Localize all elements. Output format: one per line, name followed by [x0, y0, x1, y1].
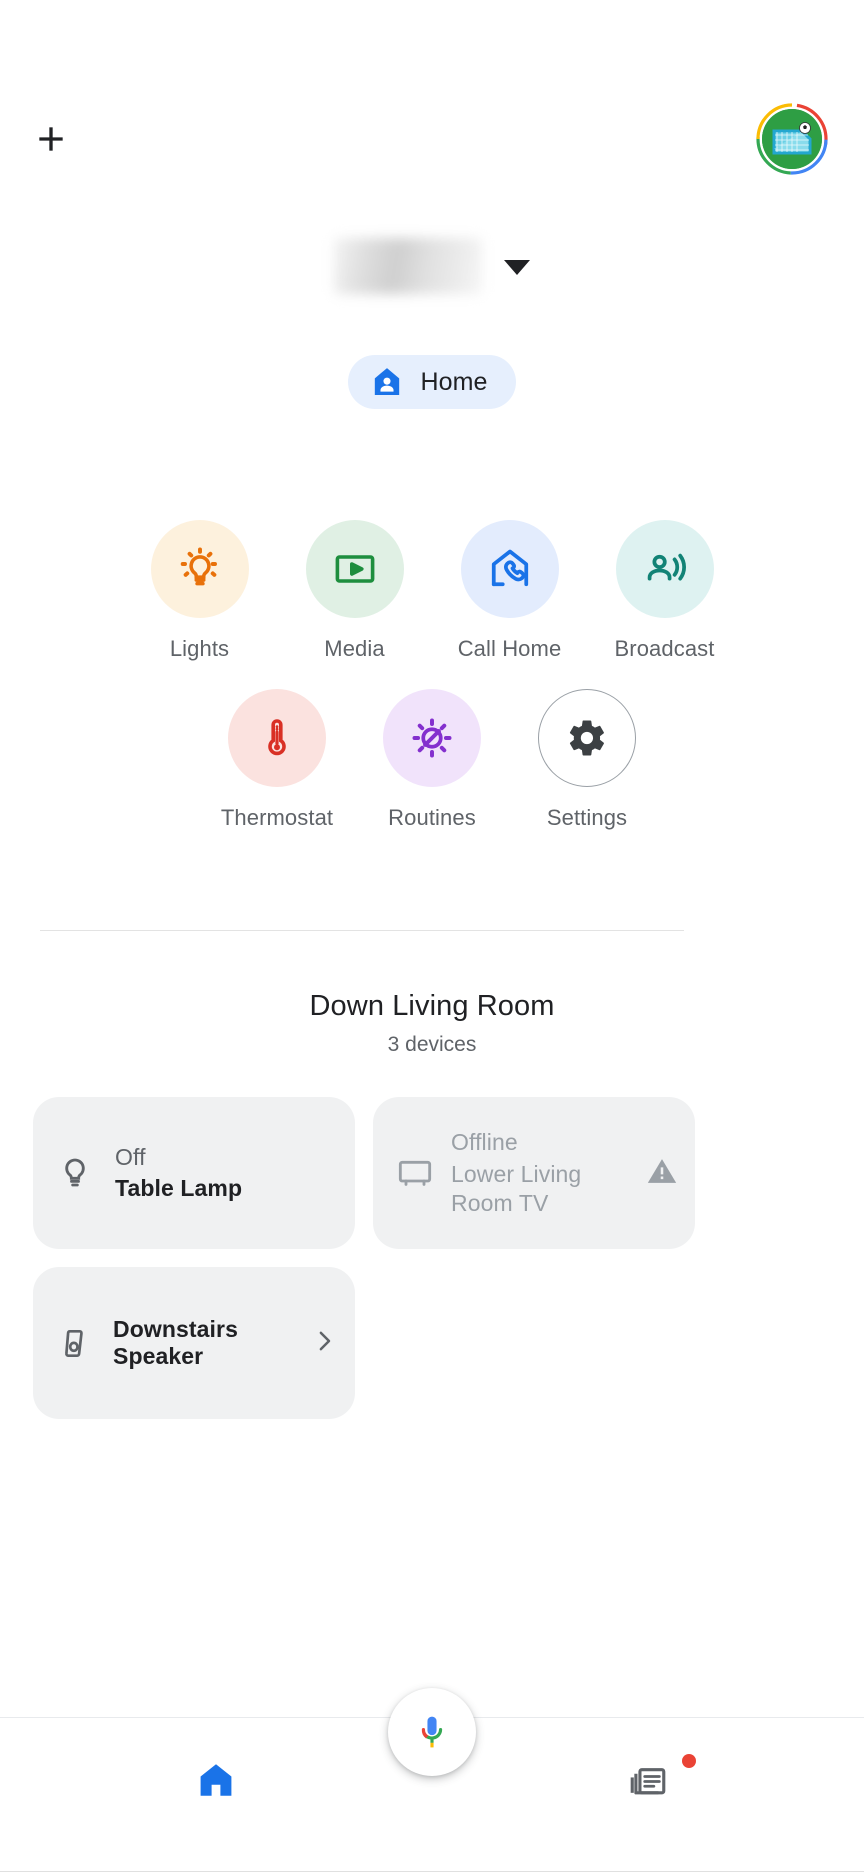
- home-selector[interactable]: [0, 238, 864, 294]
- device-state: Offline: [451, 1128, 518, 1155]
- feed-notification-badge: [682, 1754, 696, 1768]
- shortcut-settings-label: Settings: [546, 805, 628, 830]
- broadcast-icon: [647, 553, 686, 581]
- gear-icon: [569, 720, 604, 756]
- device-card-lower-living-room-tv[interactable]: Offline Lower Living Room TV: [373, 1097, 695, 1249]
- shortcut-routines-bubble: [383, 689, 481, 787]
- shortcut-settings-bubble: [538, 689, 636, 787]
- shortcut-settings[interactable]: Settings: [510, 689, 665, 831]
- tv-icon: [395, 1153, 435, 1193]
- device-name: Table Lamp: [115, 1175, 243, 1201]
- shortcuts-grid: Lights Media Call Home Broadcast Thermos…: [0, 520, 864, 831]
- avatar[interactable]: [756, 103, 828, 175]
- warning-triangle-icon: [645, 1154, 679, 1193]
- top-bar: [0, 100, 864, 190]
- lightbulb-icon: [180, 547, 217, 586]
- device-card-text: Downstairs Speaker: [113, 1316, 289, 1370]
- shortcut-lights[interactable]: Lights: [122, 520, 277, 662]
- chip-home[interactable]: Home: [348, 355, 516, 409]
- room-title: Down Living Room: [309, 990, 555, 1022]
- shortcut-call-home-bubble: [460, 520, 559, 618]
- device-card-list: Off Table Lamp Offline Lower Living Room…: [33, 1097, 733, 1419]
- shortcut-call-home-label: Call Home: [457, 636, 562, 661]
- device-card-downstairs-speaker[interactable]: Downstairs Speaker: [33, 1267, 355, 1419]
- nav-tab-home[interactable]: [0, 1718, 432, 1802]
- play-box-icon: [335, 555, 374, 583]
- shortcut-media-bubble: [305, 520, 404, 618]
- device-name: Lower Living Room TV: [451, 1160, 582, 1216]
- plus-icon: [39, 127, 63, 151]
- shortcut-media-label: Media: [324, 636, 385, 661]
- chip-home-label: Home: [420, 367, 488, 396]
- shortcut-thermostat-bubble: [228, 689, 326, 787]
- soccer-goal-image: [762, 109, 822, 169]
- room-header: Down Living Room 3 devices: [0, 990, 864, 1057]
- room-device-count: 3 devices: [387, 1033, 477, 1056]
- feed-icon: [630, 1768, 666, 1795]
- avatar-photo: [762, 109, 822, 169]
- shortcut-broadcast-label: Broadcast: [614, 636, 715, 661]
- device-card-text: Off Table Lamp: [115, 1144, 242, 1202]
- shortcut-broadcast[interactable]: Broadcast: [587, 520, 742, 662]
- section-divider: [40, 930, 684, 931]
- speaker-icon: [55, 1324, 93, 1362]
- google-home-app-screen: Home Lights Media Call Home Broadcast Th…: [0, 0, 864, 1872]
- shortcut-thermostat[interactable]: Thermostat: [200, 689, 355, 831]
- device-card-table-lamp[interactable]: Off Table Lamp: [33, 1097, 355, 1249]
- shortcut-call-home[interactable]: Call Home: [432, 520, 587, 662]
- shortcut-thermostat-label: Thermostat: [220, 805, 334, 830]
- microphone-icon: [421, 1716, 443, 1748]
- view-chips-row: Home: [0, 355, 864, 409]
- shortcut-media[interactable]: Media: [277, 520, 432, 662]
- home-person-icon: [375, 368, 400, 396]
- home-icon: [200, 1764, 232, 1796]
- device-name: Downstairs Speaker: [113, 1316, 238, 1369]
- shortcuts-row-1: Lights Media Call Home Broadcast: [0, 520, 864, 662]
- thermometer-icon: [268, 719, 286, 756]
- nav-tab-feed[interactable]: [432, 1718, 864, 1802]
- shortcut-routines[interactable]: Routines: [355, 689, 510, 831]
- device-card-text: Offline Lower Living Room TV: [451, 1129, 629, 1218]
- shortcut-routines-label: Routines: [388, 805, 476, 830]
- google-assistant-mic-button[interactable]: [388, 1688, 476, 1776]
- routines-sun-icon: [412, 718, 452, 758]
- home-phone-icon: [491, 549, 528, 587]
- chevron-right-icon[interactable]: [309, 1326, 339, 1361]
- shortcuts-row-2: Thermostat Routines Settings: [0, 689, 864, 831]
- add-device-button[interactable]: [22, 110, 80, 168]
- device-state: Off: [115, 1144, 146, 1170]
- shortcut-lights-label: Lights: [169, 636, 230, 661]
- shortcut-lights-bubble: [150, 520, 249, 618]
- lightbulb-outline-icon: [55, 1153, 95, 1193]
- shortcut-broadcast-bubble: [615, 520, 714, 618]
- chevron-down-icon[interactable]: [504, 259, 530, 275]
- home-name-redacted: [334, 238, 482, 294]
